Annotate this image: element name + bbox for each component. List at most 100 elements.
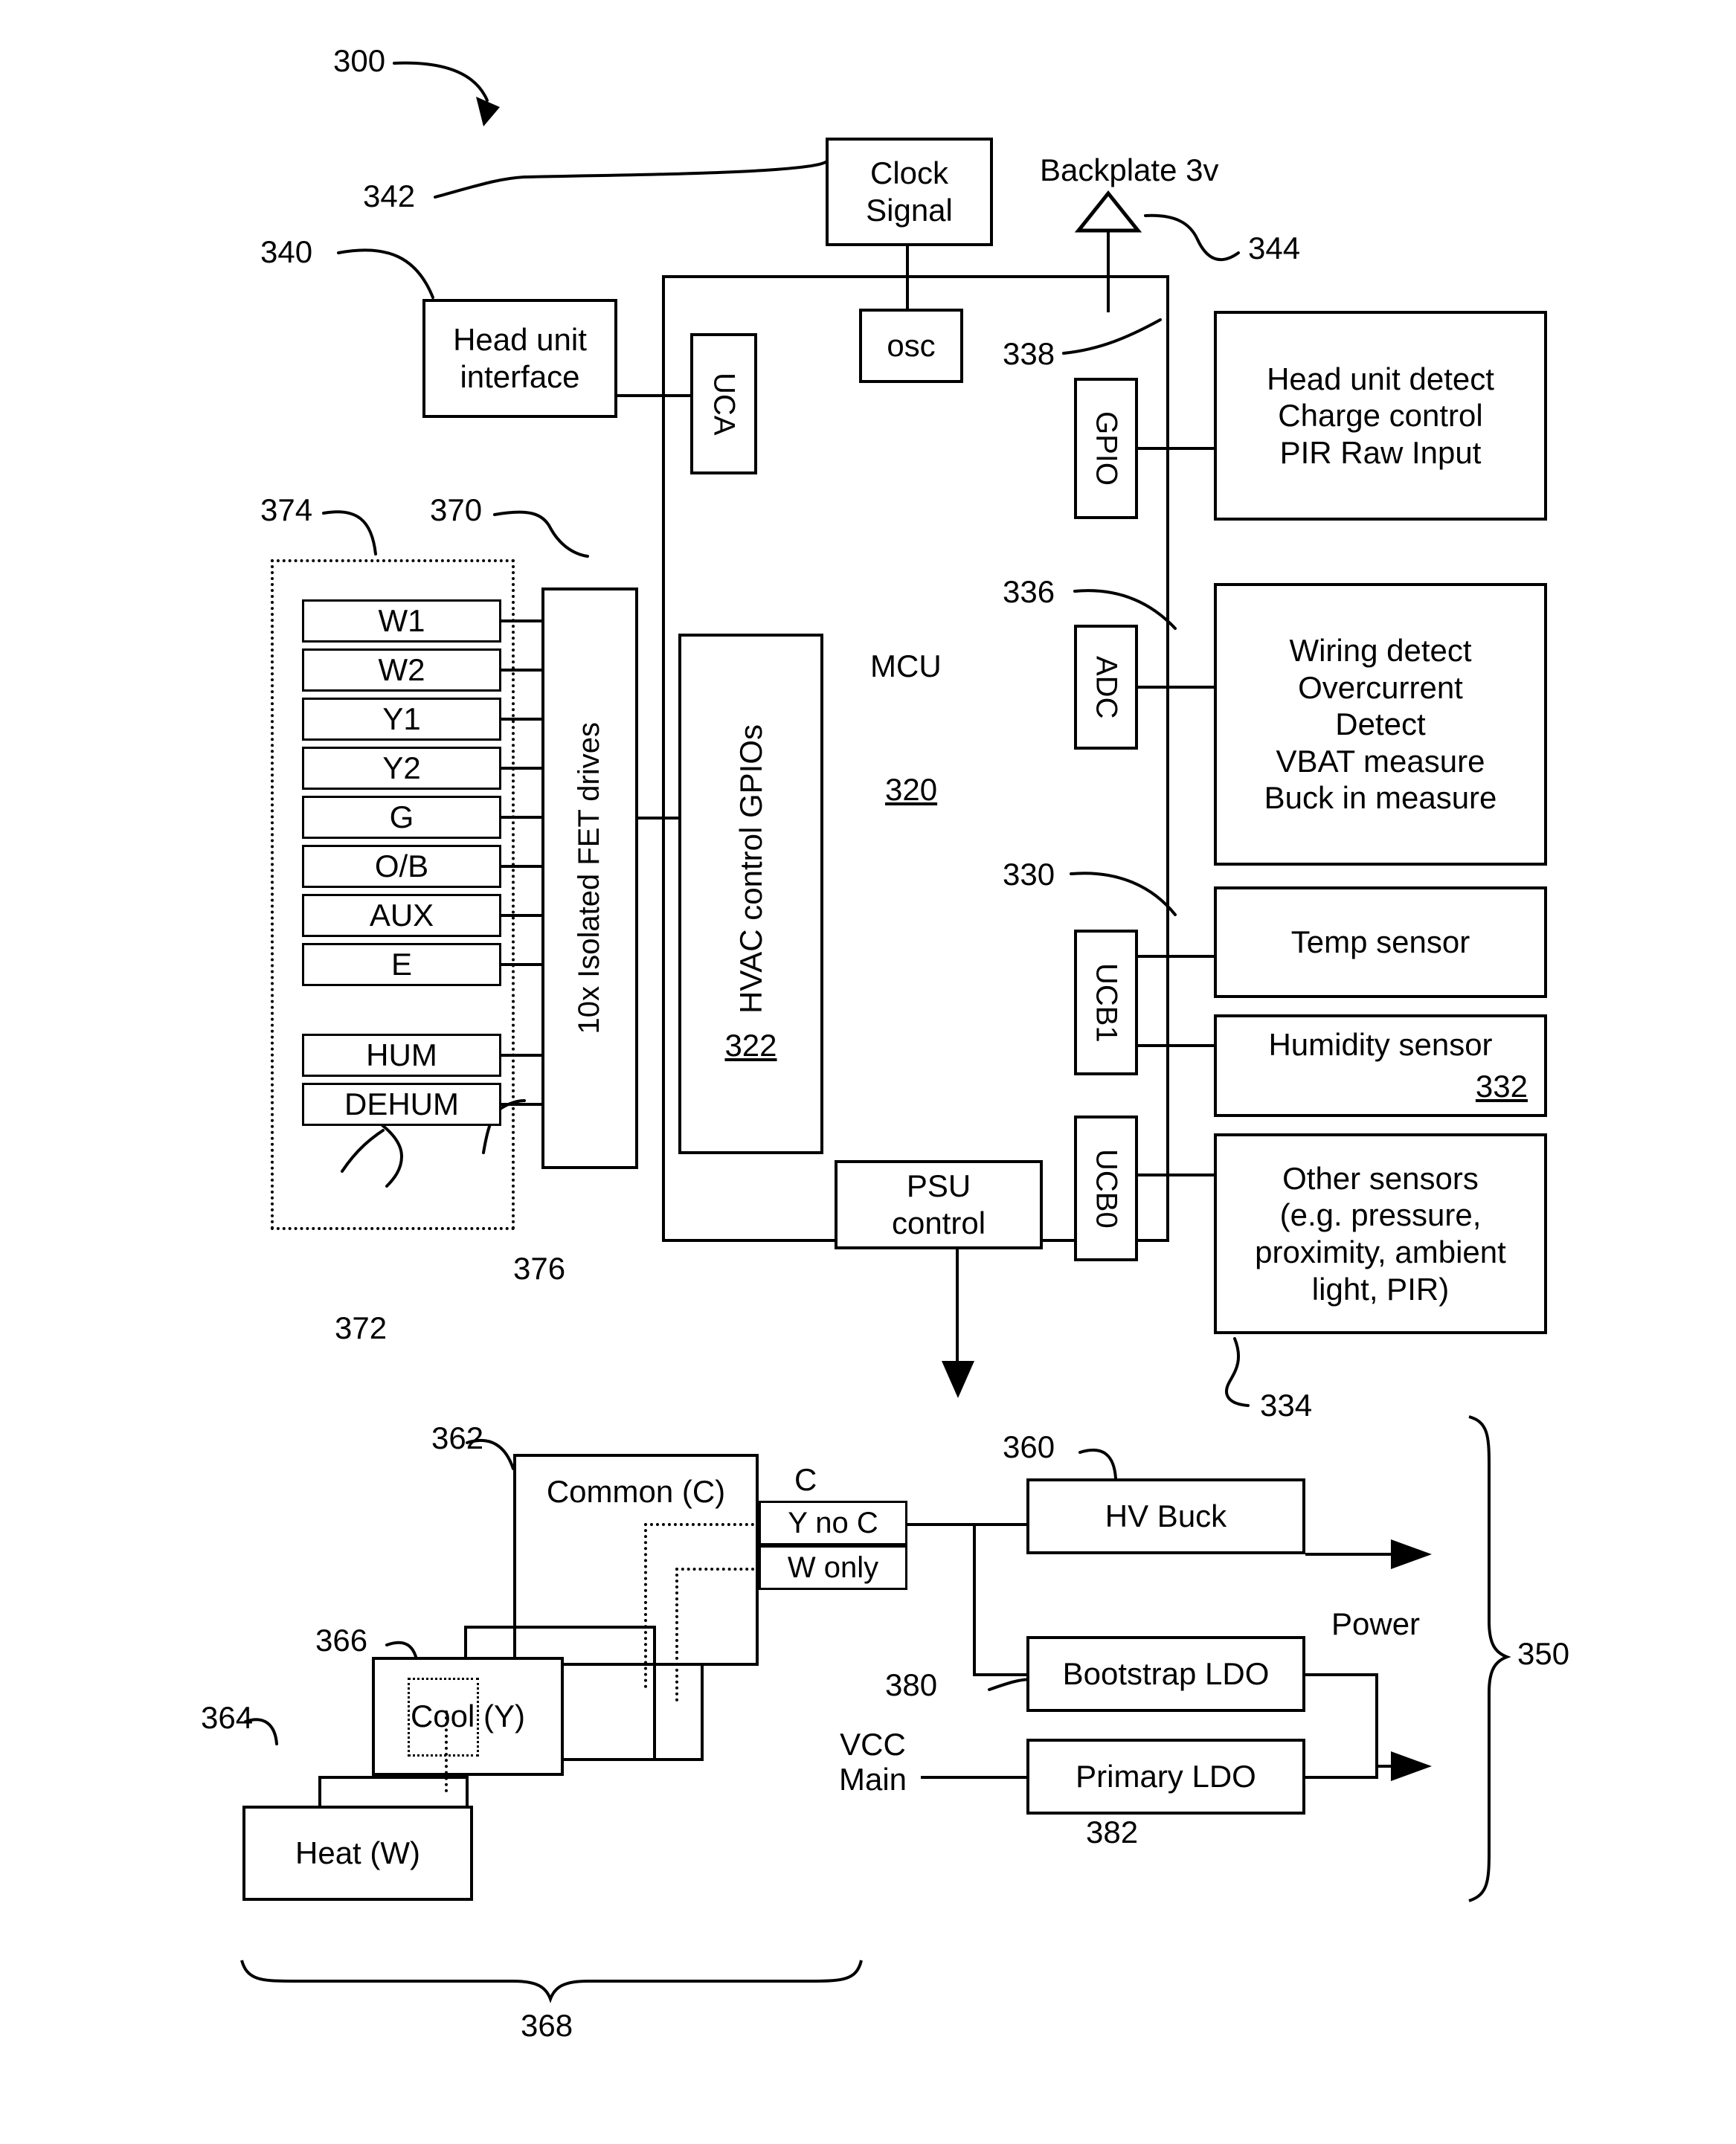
other-sensors-line-4: light, PIR)	[1311, 1271, 1450, 1307]
ref-340: 340	[260, 234, 313, 269]
dotted-wire-y-no-c-v	[644, 1523, 647, 1688]
head-unit-line-1: Head unit	[453, 322, 587, 358]
wire-e-fet	[501, 963, 543, 966]
step-wire-1-h	[464, 1626, 656, 1629]
step-wire-2-h	[562, 1758, 704, 1761]
terminal-hum-label: HUM	[366, 1037, 437, 1072]
primary-ldo-label: Primary LDO	[1076, 1759, 1256, 1794]
other-sensors-line-2: (e.g. pressure,	[1279, 1197, 1482, 1233]
humidity-sensor-block: Humidity sensor 332	[1214, 1014, 1547, 1117]
other-sensors-line-3: proximity, ambient	[1255, 1234, 1506, 1269]
terminal-e: E	[302, 943, 501, 986]
fet-drives-label: 10x Isolated FET drives	[573, 722, 606, 1034]
head-unit-interface-block: Head unit interface	[422, 299, 617, 418]
step-wire-1-v2	[464, 1626, 467, 1658]
psu-arrowhead	[942, 1361, 974, 1398]
w-only-label: W only	[787, 1551, 879, 1584]
primary-ldo-block: Primary LDO	[1026, 1739, 1305, 1815]
rail-to-bootstrap-wire	[973, 1673, 1026, 1676]
ref-350: 350	[1517, 1636, 1570, 1671]
ref-342: 342	[363, 178, 416, 213]
fet-drives-block: 10x Isolated FET drives	[541, 587, 638, 1169]
rail-to-hvbuck-wire	[907, 1523, 1026, 1526]
psu-output-wire	[956, 1249, 959, 1365]
adc-label: ADC	[1090, 655, 1123, 719]
ref-372: 372	[335, 1310, 388, 1345]
common-c-block: Common (C)	[513, 1454, 759, 1666]
hv-buck-label: HV Buck	[1105, 1498, 1227, 1534]
y-no-c-label: Y no C	[788, 1507, 878, 1539]
hvac-control-gpios-label: HVAC control GPIOs	[733, 724, 768, 1014]
ldo-out-wire	[1375, 1765, 1402, 1768]
terminal-w2-label: W2	[378, 651, 425, 687]
terminal-y1-label: Y1	[382, 701, 421, 736]
terminal-y1: Y1	[302, 698, 501, 741]
adc-functions-block: Wiring detect Overcurrent Detect VBAT me…	[1214, 583, 1547, 866]
step-wire-3-v2	[318, 1776, 321, 1807]
gpio-function-1: Head unit detect	[1267, 361, 1494, 396]
ref-376: 376	[513, 1251, 566, 1286]
step-wire-3-v	[466, 1776, 469, 1807]
terminal-g: G	[302, 796, 501, 839]
gpio-block: GPIO	[1074, 378, 1138, 519]
terminal-hum: HUM	[302, 1034, 501, 1077]
psu-control-line-2: control	[891, 1205, 986, 1240]
ucb0-label: UCB0	[1090, 1148, 1123, 1229]
ref-364: 364	[201, 1700, 254, 1735]
step-wire-1-v3	[653, 1626, 656, 1667]
step-wire-2-v	[701, 1666, 704, 1761]
terminal-dehum: DEHUM	[302, 1083, 501, 1126]
uca-label: UCA	[707, 372, 741, 436]
bootstrap-ldo-label: Bootstrap LDO	[1062, 1656, 1270, 1692]
psu-control-line-1: PSU	[906, 1168, 971, 1204]
terminal-g-label: G	[389, 799, 414, 834]
patent-figure-300: 300 342 340 344 338 336 330 334 374 370 …	[0, 0, 1736, 2144]
ref-368: 368	[521, 2008, 573, 2043]
terminal-y2-label: Y2	[382, 750, 421, 785]
ucb1-to-humidity-wire	[1138, 1044, 1214, 1047]
y-no-c-block: Y no C	[759, 1501, 907, 1545]
ref-300: 300	[333, 43, 386, 78]
dotted-wire-y-no-c	[644, 1523, 760, 1526]
adc-to-functions-wire	[1138, 686, 1214, 689]
terminal-aux: AUX	[302, 894, 501, 937]
other-sensors-block: Other sensors (e.g. pressure, proximity,…	[1214, 1133, 1547, 1334]
wire-g-fet	[501, 816, 543, 819]
ucb1-block: UCB1	[1074, 930, 1138, 1075]
ref-334: 334	[1260, 1388, 1313, 1423]
common-c-label: Common (C)	[546, 1474, 726, 1509]
ucb1-to-temp-wire	[1138, 955, 1214, 958]
wire-y1-fet	[501, 718, 543, 721]
dotted-wire-w-only-v	[675, 1568, 678, 1702]
terminal-ob-label: O/B	[374, 848, 429, 883]
humidity-sensor-ref: 332	[1475, 1068, 1528, 1104]
wire-w1-fet	[501, 619, 543, 622]
vcc-main-line-1: VCC	[840, 1727, 906, 1762]
bootstrap-out-wire	[1305, 1673, 1378, 1676]
gpio-functions-block: Head unit detect Charge control PIR Raw …	[1214, 311, 1547, 521]
w-only-block: W only	[759, 1545, 907, 1590]
terminal-y2: Y2	[302, 747, 501, 790]
wire-w2-fet	[501, 669, 543, 672]
osc-label: osc	[887, 328, 936, 364]
dotted-wire-cool-inner	[445, 1710, 448, 1792]
ucb0-to-othersensors-wire	[1138, 1174, 1214, 1176]
adc-function-1: Wiring detect	[1289, 633, 1472, 669]
ref-366: 366	[315, 1623, 368, 1658]
hv-buck-output-wire	[1305, 1553, 1401, 1556]
clock-signal-block: Clock Signal	[826, 138, 993, 246]
ref-380: 380	[885, 1667, 938, 1702]
terminal-e-label: E	[390, 946, 412, 982]
psu-control-block: PSU control	[835, 1160, 1043, 1249]
heat-w-label: Heat (W)	[295, 1835, 420, 1871]
terminal-w2: W2	[302, 648, 501, 692]
rail-drop-vline	[973, 1523, 976, 1675]
c-terminal-label: C	[794, 1462, 817, 1497]
power-label: Power	[1331, 1606, 1421, 1641]
hvac-control-gpios-ref: 322	[724, 1027, 777, 1063]
temp-sensor-label: Temp sensor	[1290, 924, 1470, 960]
hv-buck-block: HV Buck	[1026, 1478, 1305, 1554]
clock-to-osc-wire	[906, 246, 909, 310]
gpio-function-2: Charge control	[1278, 398, 1483, 434]
wire-y2-fet	[501, 767, 543, 770]
